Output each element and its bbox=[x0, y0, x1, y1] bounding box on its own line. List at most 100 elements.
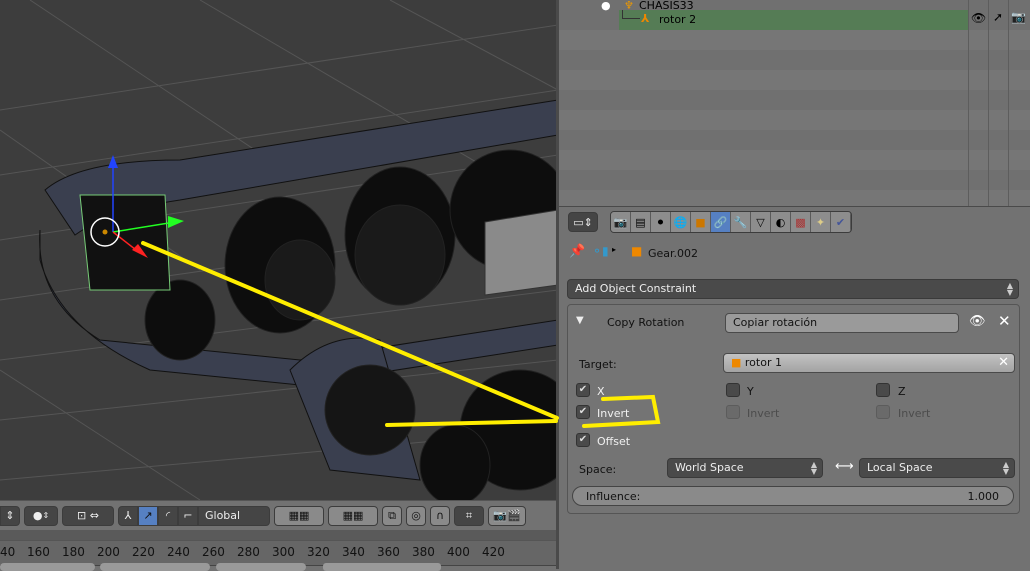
z-invert-checkbox[interactable] bbox=[876, 405, 890, 419]
timeline-scroll-strip[interactable] bbox=[0, 530, 558, 540]
y-invert-checkbox[interactable] bbox=[726, 405, 740, 419]
x-invert-checkbox[interactable]: ✔ bbox=[576, 405, 590, 419]
pivot-point-selector[interactable]: ⊡ ⇔ bbox=[62, 505, 114, 526]
end-frame-field[interactable] bbox=[100, 563, 210, 571]
outliner-empty-row bbox=[559, 110, 1030, 130]
tick-label: 160 bbox=[27, 545, 50, 559]
tick-label: 240 bbox=[167, 545, 190, 559]
render-camera-icon[interactable]: 📷 bbox=[1011, 10, 1026, 24]
tab-world-icon[interactable]: 🌐 bbox=[671, 212, 691, 232]
timeline[interactable]: 40 160 180 200 220 240 260 280 300 320 3… bbox=[0, 530, 558, 571]
viewport-shading-selector[interactable]: ● ⇕ bbox=[24, 505, 58, 526]
offset-checkbox[interactable]: ✔ bbox=[576, 433, 590, 447]
object-cube-icon: ■ bbox=[631, 244, 643, 258]
lock-layers-icon[interactable]: ⧉ bbox=[382, 505, 402, 526]
render-opengl-icons[interactable]: 📷🎬 bbox=[488, 505, 526, 526]
outliner-empty-row bbox=[559, 150, 1030, 170]
current-frame-field[interactable] bbox=[216, 563, 306, 571]
tick-label: 360 bbox=[377, 545, 400, 559]
x-axis-checkbox[interactable]: ✔ bbox=[576, 383, 590, 397]
influence-slider[interactable]: Influence: 1.000 bbox=[572, 486, 1014, 506]
tick-label: 420 bbox=[482, 545, 505, 559]
layers-group-2[interactable]: ▦▦ bbox=[328, 505, 378, 526]
select-cursor-icon[interactable]: ➚ bbox=[993, 10, 1003, 24]
tab-object-icon[interactable]: ■ bbox=[691, 212, 711, 232]
outliner[interactable]: ⅄ rotor 2 ● ♆ CHASIS33 👁 ➚ 📷 bbox=[559, 0, 1030, 210]
eye-icon[interactable]: 👁 bbox=[971, 11, 986, 25]
space-label: Space: bbox=[579, 463, 617, 476]
outliner-empty-row bbox=[559, 30, 1030, 50]
tab-scene-icon[interactable]: ⚫ bbox=[651, 212, 671, 232]
manipulator-group: ⅄ ↗ ◜ ⌐ Global bbox=[118, 505, 270, 526]
clear-target-icon[interactable]: ✕ bbox=[998, 355, 1009, 370]
tab-data-icon[interactable]: ▽ bbox=[751, 212, 771, 232]
y-axis-checkbox[interactable] bbox=[726, 383, 740, 397]
visibility-dot-icon[interactable]: ● bbox=[601, 0, 611, 12]
target-value: rotor 1 bbox=[744, 356, 782, 369]
tick-label: 220 bbox=[132, 545, 155, 559]
outliner-row-selected[interactable]: ⅄ rotor 2 bbox=[619, 10, 968, 30]
tab-texture-icon[interactable]: ▩ bbox=[791, 212, 811, 232]
add-object-constraint-dropdown[interactable]: Add Object Constraint ▲ ▼ bbox=[567, 279, 1019, 299]
pin-icon[interactable]: 📌 bbox=[569, 244, 585, 259]
tick-label: 380 bbox=[412, 545, 435, 559]
translate-icon[interactable]: ↗ bbox=[138, 505, 158, 526]
space-arrows-icon: ⟷ bbox=[835, 459, 854, 474]
z-axis-checkbox[interactable] bbox=[876, 383, 890, 397]
tab-render-layers-icon[interactable]: ▤ bbox=[631, 212, 651, 232]
object-name: Gear.002 bbox=[648, 247, 699, 260]
scene-render bbox=[0, 0, 558, 500]
start-frame-field[interactable] bbox=[0, 563, 95, 571]
collapse-triangle-icon[interactable]: ▼ bbox=[576, 315, 584, 326]
target-label: Target: bbox=[579, 358, 617, 371]
breadcrumb-arrow-icon: ▸ bbox=[612, 245, 617, 254]
transform-orientation-dropdown[interactable]: Global bbox=[198, 505, 270, 526]
influence-label: Influence: bbox=[586, 490, 641, 503]
scene-data-icon: ⚬▮ bbox=[592, 244, 609, 258]
wheels bbox=[79, 149, 558, 500]
eye-icon[interactable]: 👁 bbox=[969, 314, 986, 329]
tick-label: 40 bbox=[0, 545, 16, 559]
tab-modifiers-icon[interactable]: 🔧 bbox=[731, 212, 751, 232]
outliner-row[interactable]: ● ♆ CHASIS33 bbox=[559, 0, 1030, 12]
y-invert-label: Invert bbox=[747, 407, 780, 420]
mode-selector[interactable]: ⇕ bbox=[0, 505, 20, 526]
tick-label: 320 bbox=[307, 545, 330, 559]
snap-element-dropdown[interactable]: ⌗ bbox=[454, 505, 484, 526]
tick-label: 340 bbox=[342, 545, 365, 559]
tick-label: 280 bbox=[237, 545, 260, 559]
scale-icon[interactable]: ⌐ bbox=[178, 505, 198, 526]
tab-material-icon[interactable]: ◐ bbox=[771, 212, 791, 232]
add-constraint-label: Add Object Constraint bbox=[575, 282, 697, 295]
armature-icon: ♆ bbox=[624, 0, 634, 12]
constraint-name-field[interactable]: Copiar rotación bbox=[725, 313, 959, 333]
owner-space-dropdown[interactable]: World Space ▲ ▼ bbox=[667, 458, 823, 478]
z-invert-label: Invert bbox=[898, 407, 931, 420]
manipulator-toggle-icon[interactable]: ⅄ bbox=[118, 505, 138, 526]
properties-tabs: 📷 ▤ ⚫ 🌐 ■ 🔗 🔧 ▽ ◐ ▩ ✦ ✔ bbox=[610, 211, 852, 233]
constraint-type: Copy Rotation bbox=[607, 316, 685, 329]
rotate-icon[interactable]: ◜ bbox=[158, 505, 178, 526]
tab-constraints-icon[interactable]: 🔗 bbox=[711, 212, 731, 232]
3d-viewport[interactable] bbox=[0, 0, 558, 500]
playback-controls[interactable] bbox=[323, 563, 441, 571]
tab-render-icon[interactable]: 📷 bbox=[611, 212, 631, 232]
tab-particles-icon[interactable]: ✦ bbox=[811, 212, 831, 232]
target-space-dropdown[interactable]: Local Space ▲ ▼ bbox=[859, 458, 1015, 478]
editor-type-selector[interactable]: ▭⇕ bbox=[568, 212, 598, 232]
tab-physics-icon[interactable]: ✔ bbox=[831, 212, 851, 232]
target-space-value: Local Space bbox=[867, 461, 933, 474]
column-divider bbox=[1008, 0, 1009, 206]
tick-label: 260 bbox=[202, 545, 225, 559]
empty-icon: ⅄ bbox=[641, 12, 650, 25]
tick-label: 200 bbox=[97, 545, 120, 559]
tick-label: 400 bbox=[447, 545, 470, 559]
target-field[interactable]: ■ rotor 1 ✕ bbox=[723, 353, 1015, 373]
outliner-empty-row bbox=[559, 70, 1030, 90]
snap-magnet-icon[interactable]: ∩ bbox=[430, 505, 450, 526]
x-invert-label: Invert bbox=[597, 407, 630, 420]
proportional-edit-icon[interactable]: ◎ bbox=[406, 505, 426, 526]
layers-group-1[interactable]: ▦▦ bbox=[274, 505, 324, 526]
properties-editor: ▭⇕ 📷 ▤ ⚫ 🌐 ■ 🔗 🔧 ▽ ◐ ▩ ✦ ✔ 📌 ⚬▮ ▸ ■ Gear… bbox=[559, 206, 1030, 569]
delete-constraint-icon[interactable]: ✕ bbox=[998, 312, 1011, 330]
